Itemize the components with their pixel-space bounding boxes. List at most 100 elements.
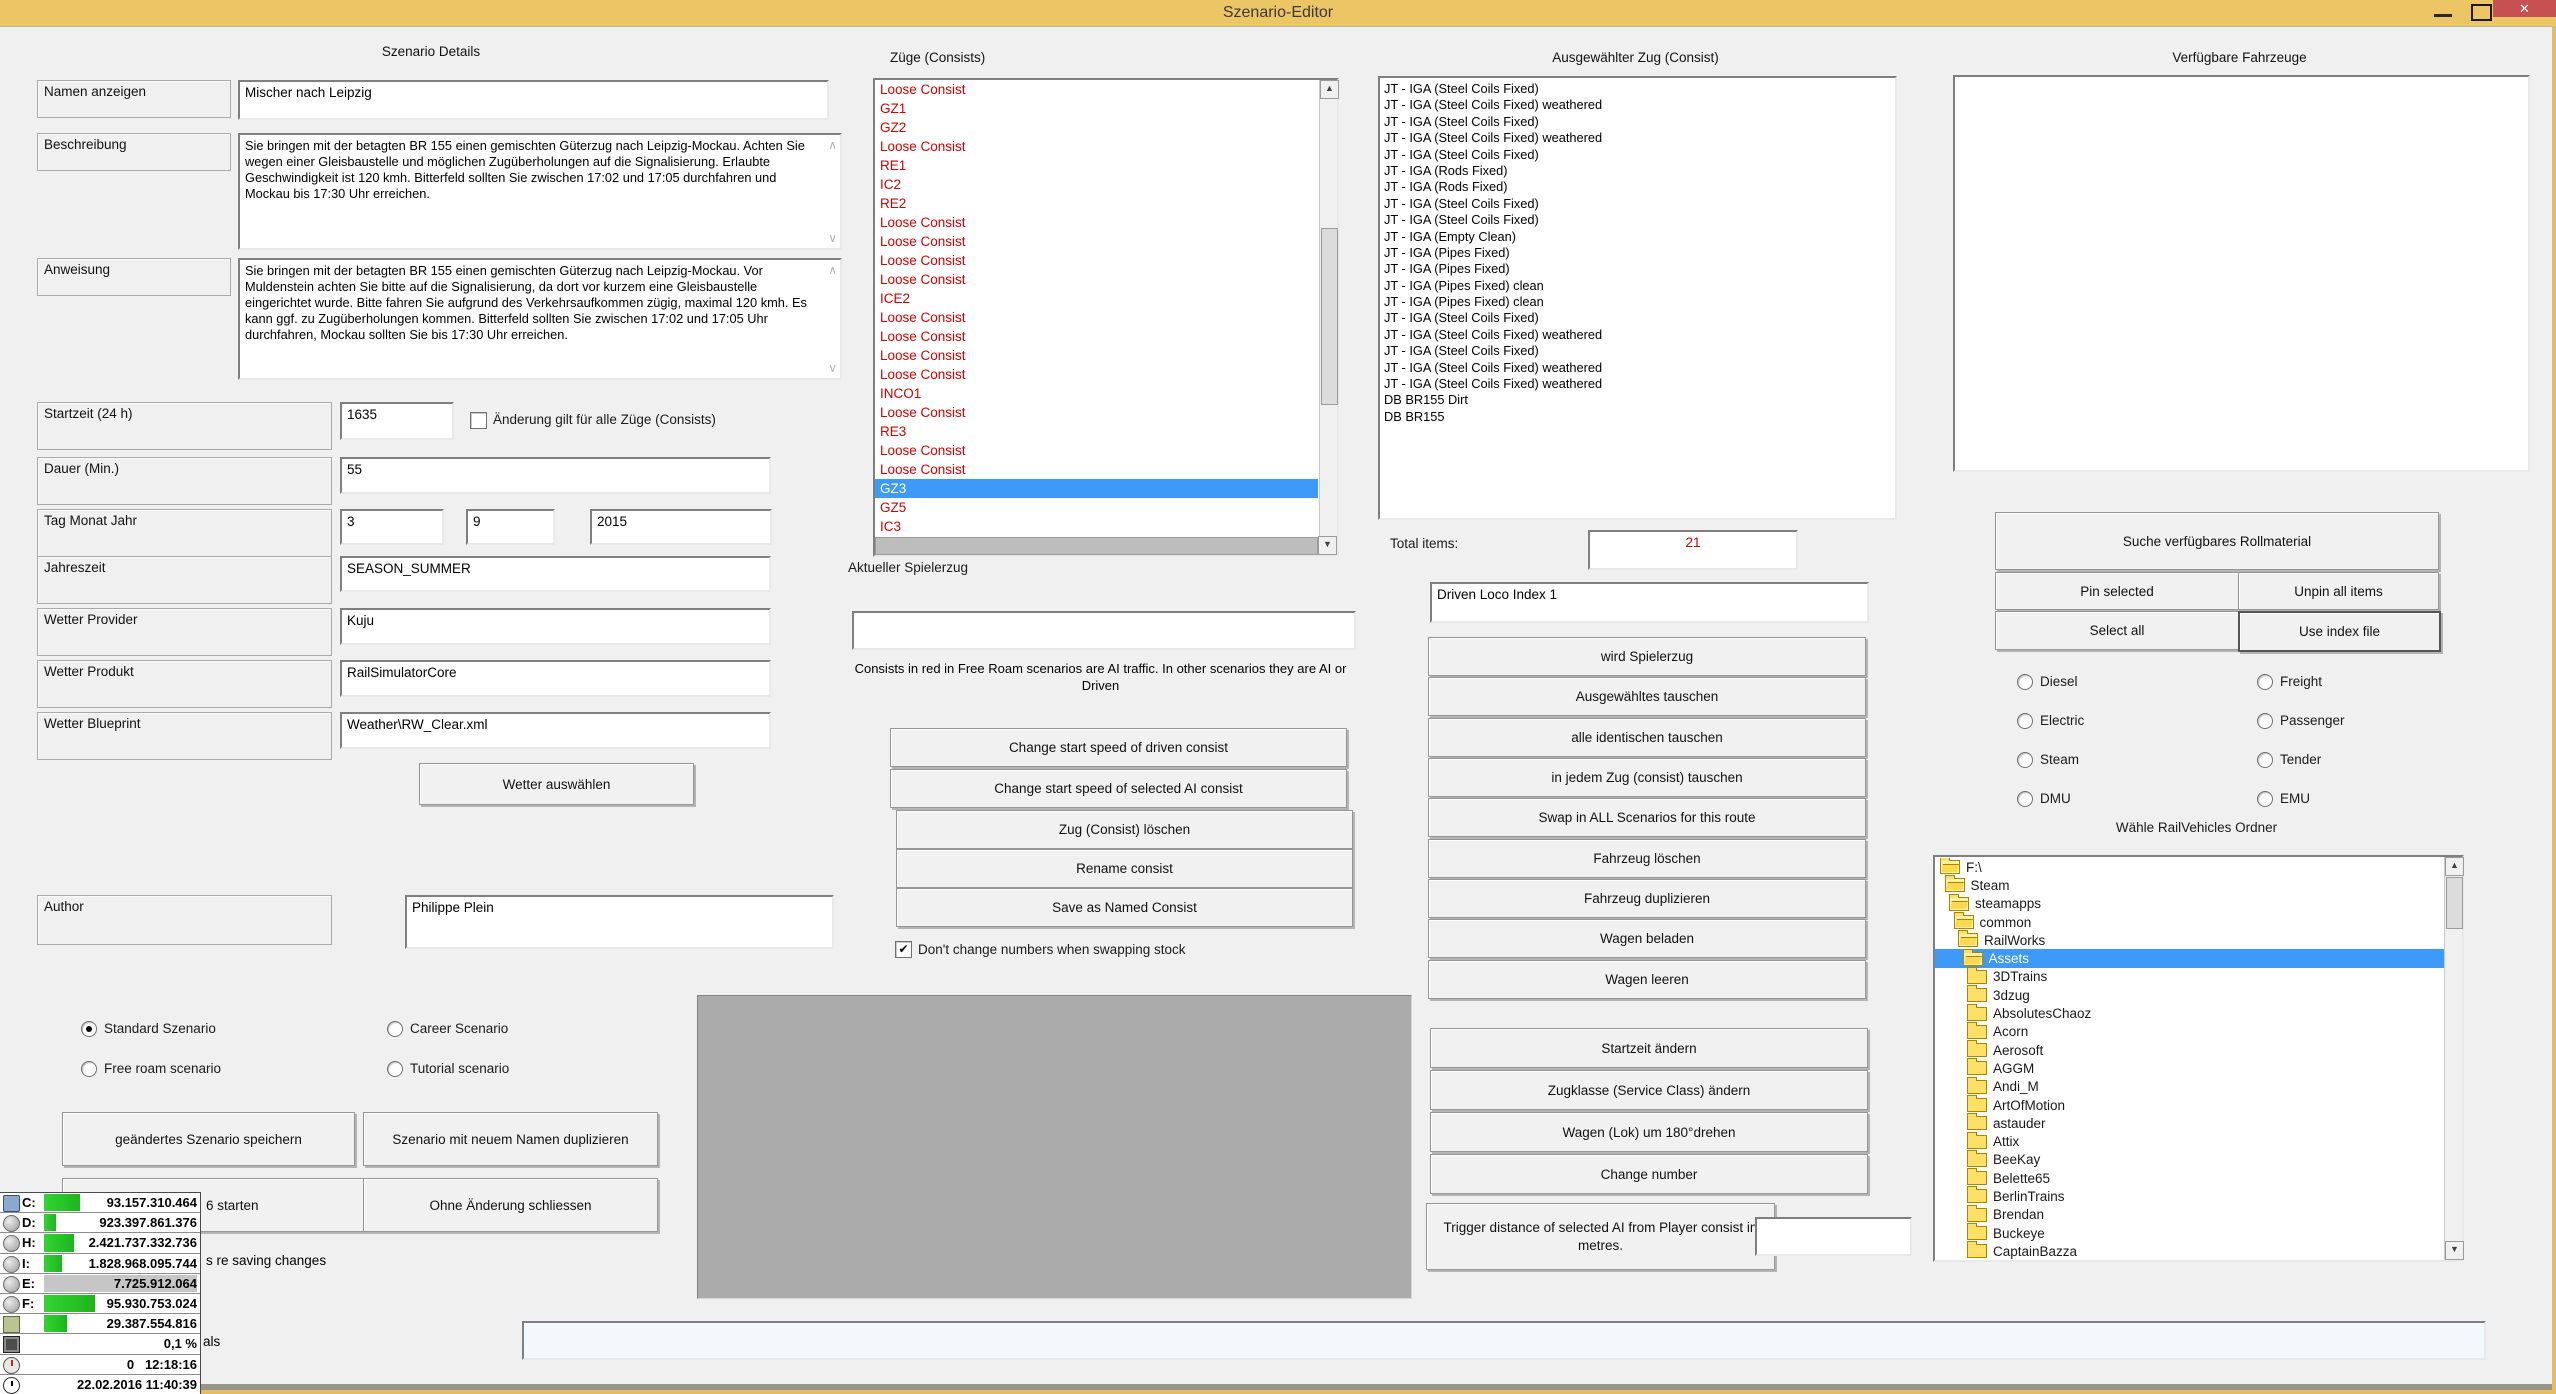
- search-rolling-stock-button[interactable]: Suche verfügbares Rollmaterial: [1995, 512, 2439, 570]
- radio-dmu[interactable]: [2017, 791, 2033, 807]
- folder-tree-item[interactable]: BeeKay: [1935, 1151, 2444, 1169]
- wagon-list-item[interactable]: DB BR155: [1380, 409, 1895, 425]
- scrollbar-thumb[interactable]: [1321, 228, 1338, 405]
- consist-list-item[interactable]: RE1: [875, 156, 1318, 175]
- year-field[interactable]: 2015: [590, 509, 772, 545]
- wagon-list-item[interactable]: JT - IGA (Steel Coils Fixed) weathered: [1380, 376, 1895, 392]
- radio-career-scenario[interactable]: [387, 1021, 403, 1037]
- name-field[interactable]: Mischer nach Leipzig: [238, 80, 829, 120]
- change-speed-driven-button[interactable]: Change start speed of driven consist: [890, 728, 1347, 767]
- description-field[interactable]: Sie bringen mit der betagten BR 155 eine…: [238, 133, 842, 250]
- folder-tree-item[interactable]: ArtOfMotion: [1935, 1096, 2444, 1114]
- folder-tree-item[interactable]: astauder: [1935, 1114, 2444, 1132]
- folder-tree-item[interactable]: Buckeye: [1935, 1224, 2444, 1242]
- wagon-list-item[interactable]: JT - IGA (Steel Coils Fixed): [1380, 81, 1895, 97]
- author-field[interactable]: Philippe Plein: [405, 895, 834, 949]
- title-bar[interactable]: Szenario-Editor: [0, 0, 2556, 27]
- consist-list-item[interactable]: IC3: [875, 517, 1318, 536]
- make-player-train-button[interactable]: wird Spielerzug: [1428, 637, 1866, 676]
- radio-diesel[interactable]: [2017, 674, 2033, 690]
- folder-tree-item[interactable]: steamapps: [1935, 895, 2444, 913]
- chevron-up-icon[interactable]: ∧: [828, 139, 837, 151]
- radio-passenger[interactable]: [2257, 713, 2273, 729]
- radio-steam[interactable]: [2017, 752, 2033, 768]
- radio-freeroam-scenario[interactable]: [81, 1061, 97, 1077]
- folder-tree-item[interactable]: Belette65: [1935, 1169, 2444, 1187]
- load-wagon-button[interactable]: Wagen beladen: [1428, 919, 1866, 958]
- dont-change-numbers-checkbox[interactable]: ✔: [895, 941, 912, 958]
- folder-tree-item[interactable]: Acorn: [1935, 1023, 2444, 1041]
- radio-electric[interactable]: [2017, 713, 2033, 729]
- chevron-down-icon[interactable]: ∨: [828, 362, 837, 374]
- apply-all-consists-checkbox[interactable]: [470, 412, 487, 429]
- folder-tree-item[interactable]: common: [1935, 913, 2444, 931]
- trigger-distance-field[interactable]: [1755, 1217, 1912, 1256]
- wagon-list-item[interactable]: JT - IGA (Steel Coils Fixed) weathered: [1380, 360, 1895, 376]
- unpin-all-button[interactable]: Unpin all items: [2238, 572, 2439, 610]
- consist-list-item[interactable]: RE3: [875, 422, 1318, 441]
- folder-tree-item[interactable]: CaptainBazza: [1935, 1242, 2444, 1260]
- rotate-wagon-button[interactable]: Wagen (Lok) um 180°drehen: [1430, 1112, 1868, 1152]
- folder-tree-item[interactable]: RailWorks: [1935, 931, 2444, 949]
- weather-product-field[interactable]: RailSimulatorCore: [340, 660, 771, 697]
- duplicate-scenario-button[interactable]: Szenario mit neuem Namen duplizieren: [363, 1112, 658, 1166]
- consist-list-item[interactable]: Loose Consist: [875, 251, 1318, 270]
- available-vehicles-listbox[interactable]: [1953, 75, 2530, 472]
- consists-listbox[interactable]: Loose ConsistGZ1GZ2Loose ConsistRE1IC2RE…: [873, 78, 1339, 557]
- consist-list-item[interactable]: Loose Consist: [875, 232, 1318, 251]
- rename-consist-button[interactable]: Rename consist: [896, 849, 1353, 888]
- scroll-down-icon[interactable]: ▼: [1318, 536, 1337, 555]
- consist-list-item[interactable]: RE2: [875, 194, 1318, 213]
- maximize-button[interactable]: [2466, 2, 2496, 22]
- choose-weather-button[interactable]: Wetter auswählen: [419, 763, 694, 805]
- folder-tree-item[interactable]: Assets: [1935, 949, 2444, 967]
- consist-list-item[interactable]: INCO1: [875, 384, 1318, 403]
- wagon-list-item[interactable]: JT - IGA (Steel Coils Fixed): [1380, 343, 1895, 359]
- close-button[interactable]: ✕: [2493, 0, 2556, 17]
- wagon-list-item[interactable]: JT - IGA (Steel Coils Fixed): [1380, 196, 1895, 212]
- consist-list-item[interactable]: Loose Consist: [875, 365, 1318, 384]
- folder-tree-item[interactable]: Aerosoft: [1935, 1041, 2444, 1059]
- tree-scrollbar[interactable]: ▲ ▼: [2444, 857, 2462, 1260]
- folder-tree-item[interactable]: 3DTrains: [1935, 968, 2444, 986]
- season-field[interactable]: SEASON_SUMMER: [340, 556, 771, 592]
- swap-selected-button[interactable]: Ausgewähltes tauschen: [1428, 677, 1866, 716]
- weather-provider-field[interactable]: Kuju: [340, 608, 771, 645]
- delete-vehicle-button[interactable]: Fahrzeug löschen: [1428, 839, 1866, 878]
- weather-blueprint-field[interactable]: Weather\RW_Clear.xml: [340, 712, 771, 749]
- folder-tree-item[interactable]: 3dzug: [1935, 986, 2444, 1004]
- wagon-list-item[interactable]: JT - IGA (Pipes Fixed) clean: [1380, 278, 1895, 294]
- change-service-class-button[interactable]: Zugklasse (Service Class) ändern: [1430, 1070, 1868, 1110]
- wagon-list-item[interactable]: JT - IGA (Steel Coils Fixed) weathered: [1380, 97, 1895, 113]
- scroll-down-icon[interactable]: ▼: [2445, 1241, 2464, 1260]
- radio-emu[interactable]: [2257, 791, 2273, 807]
- trigger-distance-button[interactable]: Trigger distance of selected AI from Pla…: [1426, 1203, 1775, 1270]
- consist-list-item[interactable]: Loose Consist: [875, 308, 1318, 327]
- consists-hscrollbar[interactable]: [875, 537, 1318, 555]
- select-all-button[interactable]: Select all: [1995, 611, 2239, 650]
- delete-consist-button[interactable]: Zug (Consist) löschen: [896, 810, 1353, 849]
- current-player-train-field[interactable]: [852, 611, 1356, 650]
- consist-list-item[interactable]: GZ2: [875, 118, 1318, 137]
- consist-list-item[interactable]: Loose Consist: [875, 403, 1318, 422]
- consist-list-item[interactable]: Loose Consist: [875, 460, 1318, 479]
- save-scenario-button[interactable]: geändertes Szenario speichern: [62, 1112, 355, 1166]
- wagon-list-item[interactable]: JT - IGA (Steel Coils Fixed) weathered: [1380, 130, 1895, 146]
- consist-list-item[interactable]: GZ1: [875, 99, 1318, 118]
- consist-list-item[interactable]: Loose Consist: [875, 327, 1318, 346]
- use-index-file-button[interactable]: Use index file: [2238, 611, 2441, 652]
- consist-list-item[interactable]: Loose Consist: [875, 441, 1318, 460]
- wagon-list-item[interactable]: JT - IGA (Empty Clean): [1380, 229, 1895, 245]
- wagon-list-item[interactable]: JT - IGA (Rods Fixed): [1380, 163, 1895, 179]
- consist-list-item[interactable]: Loose Consist: [875, 137, 1318, 156]
- empty-wagon-button[interactable]: Wagen leeren: [1428, 960, 1866, 999]
- selected-consist-listbox[interactable]: JT - IGA (Steel Coils Fixed)JT - IGA (St…: [1378, 76, 1897, 520]
- wagon-list-item[interactable]: JT - IGA (Steel Coils Fixed) weathered: [1380, 327, 1895, 343]
- instruction-field[interactable]: Sie bringen mit der betagten BR 155 eine…: [238, 258, 842, 380]
- pin-selected-button[interactable]: Pin selected: [1995, 572, 2239, 610]
- consist-list-item[interactable]: ICE2: [875, 289, 1318, 308]
- driven-loco-index-field[interactable]: Driven Loco Index 1: [1430, 582, 1869, 623]
- wagon-list-item[interactable]: JT - IGA (Pipes Fixed): [1380, 261, 1895, 277]
- swap-all-identical-button[interactable]: alle identischen tauschen: [1428, 718, 1866, 757]
- wagon-list-item[interactable]: JT - IGA (Steel Coils Fixed): [1380, 114, 1895, 130]
